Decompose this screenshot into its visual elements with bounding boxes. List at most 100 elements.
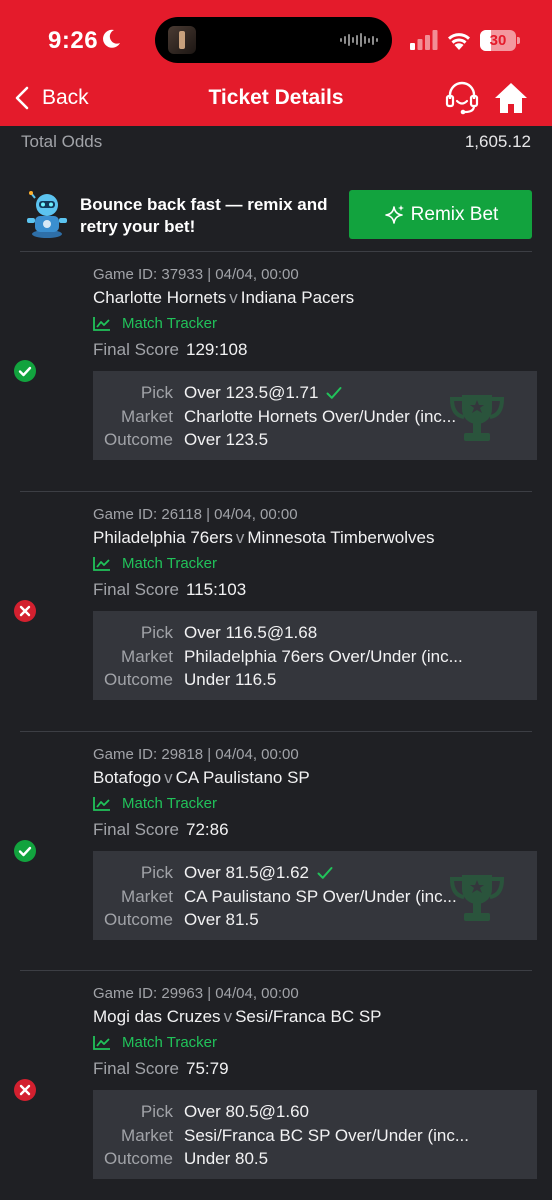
battery-icon: 30 — [480, 30, 516, 51]
pick-details: Pick Over 81.5@1.62 Market CA Paulistano… — [93, 851, 537, 940]
home-team: Charlotte Hornets — [93, 288, 227, 307]
home-team: Mogi das Cruzes — [93, 1007, 221, 1026]
market-row: Market Philadelphia 76ers Over/Under (in… — [93, 645, 537, 668]
match-teams: Mogi das Cruzes v Sesi/Franca BC SP — [93, 1007, 382, 1027]
away-team: Sesi/Franca BC SP — [235, 1007, 382, 1026]
market-label: Market — [121, 646, 173, 666]
home-icon[interactable] — [493, 80, 529, 116]
match-tracker-link[interactable]: Match Tracker — [93, 315, 217, 332]
divider — [20, 251, 532, 252]
audio-wave-icon — [340, 33, 378, 47]
match-tracker-label: Match Tracker — [122, 555, 218, 572]
game-info: Game ID: 29818 | 04/04, 00:00 — [93, 746, 299, 763]
pick-value: Over 123.5@1.71 — [184, 382, 319, 402]
home-team: Botafogo — [93, 768, 162, 787]
back-label: Back — [42, 86, 89, 109]
final-score-row: Final Score 75:79 — [93, 1059, 229, 1079]
market-value: Sesi/Franca BC SP Over/Under (inc... — [184, 1125, 470, 1145]
outcome-label: Outcome — [104, 669, 173, 689]
outcome-value: Over 123.5 — [184, 429, 269, 449]
pick-value: Over 80.5@1.60 — [184, 1101, 309, 1121]
divider — [20, 491, 532, 492]
outcome-label: Outcome — [104, 909, 173, 929]
outcome-value: Under 116.5 — [184, 669, 277, 689]
match-tracker-link[interactable]: Match Tracker — [93, 555, 217, 572]
sparkle-icon — [384, 204, 404, 224]
market-value: CA Paulistano SP Over/Under (inc... — [184, 886, 457, 906]
match-teams: Botafogo v CA Paulistano SP — [93, 768, 310, 788]
versus-label: v — [229, 288, 238, 307]
outcome-label: Outcome — [104, 1148, 173, 1168]
bet-item: Game ID: 29963 | 04/04, 00:00 Mogi das C… — [0, 970, 552, 1200]
remix-bet-button[interactable]: Remix Bet — [349, 190, 532, 239]
battery-cap — [517, 37, 520, 44]
line-chart-icon — [93, 1035, 110, 1050]
away-team: CA Paulistano SP — [175, 768, 310, 787]
dynamic-island — [155, 17, 392, 63]
away-team: Indiana Pacers — [240, 288, 355, 307]
line-chart-icon — [93, 316, 110, 331]
back-button[interactable]: Back — [14, 84, 89, 112]
versus-label: v — [235, 528, 245, 547]
chevron-left-icon — [15, 86, 29, 110]
match-tracker-label: Match Tracker — [122, 315, 218, 332]
bet-item: Game ID: 29818 | 04/04, 00:00 Botafogo v C… — [0, 731, 552, 971]
away-team: Minnesota Timberwolves — [247, 528, 435, 547]
outcome-row: Outcome Over 81.5 — [93, 908, 537, 931]
final-score-row: Final Score 115:103 — [93, 580, 246, 600]
battery-indicator: 30 — [480, 30, 520, 51]
top-bar: 9:26 30 Back Ticket Details — [0, 0, 552, 126]
line-chart-icon — [93, 556, 110, 571]
pick-label: Pick — [140, 622, 173, 642]
outcome-label: Outcome — [104, 429, 173, 449]
outcome-row: Outcome Under 80.5 — [93, 1147, 537, 1170]
customer-support-icon[interactable] — [444, 80, 480, 116]
pick-row: Pick Over 116.5@1.68 — [93, 621, 537, 644]
match-tracker-link[interactable]: Match Tracker — [93, 1034, 217, 1051]
home-team: Philadelphia 76ers — [93, 528, 233, 547]
divider — [20, 731, 532, 732]
final-score-value: 72:86 — [185, 820, 229, 839]
pick-label: Pick — [140, 1101, 173, 1121]
pick-value: Over 81.5@1.62 — [184, 862, 309, 882]
outcome-value: Over 81.5 — [184, 909, 259, 929]
market-row: Market Charlotte Hornets Over/Under (inc… — [93, 405, 537, 428]
pick-row: Pick Over 123.5@1.71 — [93, 381, 537, 404]
final-score-label: Final Score — [93, 820, 179, 839]
pick-label: Pick — [140, 862, 173, 882]
game-info: Game ID: 37933 | 04/04, 00:00 — [93, 266, 299, 283]
final-score-label: Final Score — [93, 340, 179, 359]
remix-bet-label: Remix Bet — [410, 203, 499, 225]
now-playing-thumbnail — [168, 26, 196, 54]
match-teams: Charlotte Hornets v Indiana Pacers — [93, 288, 354, 308]
bet-item: Game ID: 26118 | 04/04, 00:00 Philadelph… — [0, 491, 552, 731]
outcome-value: Under 80.5 — [184, 1148, 269, 1168]
total-odds-label: Total Odds — [21, 132, 103, 151]
match-tracker-label: Match Tracker — [122, 795, 218, 812]
market-label: Market — [121, 1125, 173, 1145]
match-tracker-link[interactable]: Match Tracker — [93, 795, 217, 812]
pick-details: Pick Over 116.5@1.68 Market Philadelphia… — [93, 611, 537, 700]
final-score-value: 115:103 — [185, 580, 247, 599]
final-score-row: Final Score 72:86 — [93, 820, 229, 840]
versus-label: v — [164, 768, 173, 787]
pick-details: Pick Over 123.5@1.71 Market Charlotte Ho… — [93, 371, 537, 460]
pick-label: Pick — [140, 382, 173, 402]
market-value: Charlotte Hornets Over/Under (inc... — [184, 406, 457, 426]
total-odds-row: Total Odds 1,605.12 — [21, 132, 531, 152]
battery-percent: 30 — [489, 32, 507, 49]
check-icon — [317, 866, 333, 879]
x-circle-icon — [14, 1079, 36, 1101]
outcome-row: Outcome Under 116.5 — [93, 668, 537, 691]
final-score-value: 75:79 — [185, 1059, 229, 1078]
game-info: Game ID: 29963 | 04/04, 00:00 — [93, 985, 299, 1002]
check-icon — [326, 386, 342, 399]
wifi-icon — [448, 33, 470, 50]
outcome-row: Outcome Over 123.5 — [93, 428, 537, 451]
mascot-icon — [27, 191, 67, 238]
promo-text: Bounce back fast — remix and retry your … — [80, 195, 328, 236]
market-row: Market Sesi/Franca BC SP Over/Under (inc… — [93, 1124, 537, 1147]
pick-details: Pick Over 80.5@1.60 Market Sesi/Franca B… — [93, 1090, 537, 1179]
line-chart-icon — [93, 796, 110, 811]
pick-value: Over 116.5@1.68 — [184, 622, 318, 642]
